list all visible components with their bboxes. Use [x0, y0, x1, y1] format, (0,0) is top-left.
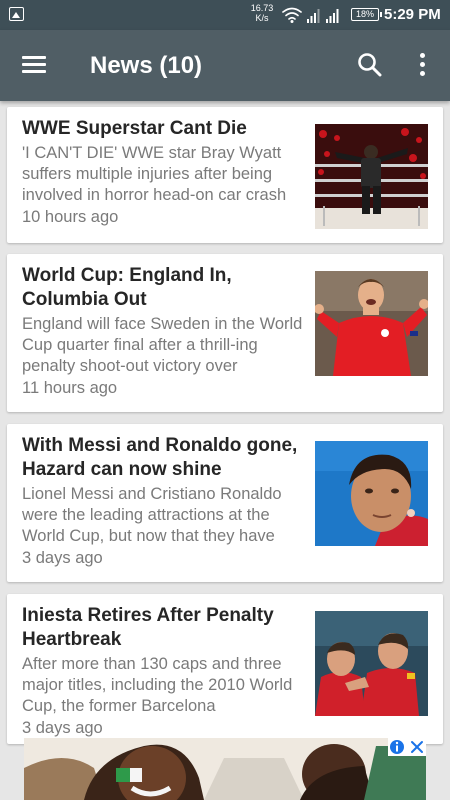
news-thumbnail-players-embrace: [315, 611, 428, 716]
news-card-description: After more than 130 caps and three major…: [22, 655, 293, 715]
network-speed-unit: K/s: [255, 13, 269, 23]
ad-banner-image: [24, 738, 426, 800]
news-thumbnail-wrestler: [315, 124, 428, 229]
news-card-text: World Cup: England In, Columbia Out Engl…: [22, 264, 304, 399]
news-card[interactable]: Iniesta Retires After Penalty Heartbreak…: [7, 594, 443, 744]
news-card-description: 'I CAN'T DIE' WWE star Bray Wyatt suffer…: [22, 144, 287, 204]
news-card-title: World Cup: England In, Columbia Out: [22, 265, 232, 310]
news-card-title: Iniesta Retires After Penalty Heartbreak: [22, 605, 274, 650]
news-card-text: Iniesta Retires After Penalty Heartbreak…: [22, 604, 304, 739]
clock: 5:29 PM: [384, 6, 441, 23]
battery-indicator: 18%: [351, 8, 382, 21]
news-card[interactable]: World Cup: England In, Columbia Out Engl…: [7, 254, 443, 412]
close-icon: [411, 741, 423, 753]
news-card-time: 3 days ago: [22, 719, 103, 737]
status-bar: 16.73 K/s 18% 5:29 PM: [0, 0, 450, 30]
news-card-time: 11 hours ago: [22, 379, 118, 397]
page-title: News (10): [90, 52, 203, 79]
news-thumbnail-football-player: [315, 271, 428, 376]
info-icon: [390, 740, 404, 754]
more-vert-icon[interactable]: [408, 48, 436, 82]
hamburger-menu-icon[interactable]: [16, 50, 52, 80]
ad-banner[interactable]: [24, 738, 426, 800]
news-card-description: Lionel Messi and Cristiano Ronaldo were …: [22, 485, 282, 545]
cell-signal-icon-1: [307, 9, 320, 23]
news-card-description: England will face Sweden in the World Cu…: [22, 315, 303, 375]
news-card-title: WWE Superstar Cant Die: [22, 118, 247, 139]
network-speed-value: 16.73: [250, 3, 274, 13]
news-card-text: WWE Superstar Cant Die 'I CAN'T DIE' WWE…: [22, 117, 304, 228]
app-toolbar: News (10): [0, 30, 450, 101]
news-card-title: With Messi and Ronaldo gone, Hazard can …: [22, 435, 298, 480]
wifi-icon: [282, 7, 302, 20]
news-card-time: 3 days ago: [22, 549, 103, 567]
cell-signal-icon-2: [326, 9, 339, 23]
gallery-notification-icon: [9, 7, 24, 21]
signal-icons: [282, 7, 339, 23]
news-card-time: 10 hours ago: [22, 208, 119, 226]
news-card-text: With Messi and Ronaldo gone, Hazard can …: [22, 434, 304, 569]
news-card[interactable]: With Messi and Ronaldo gone, Hazard can …: [7, 424, 443, 582]
search-icon[interactable]: [352, 48, 388, 82]
network-speed: 16.73 K/s: [247, 3, 277, 23]
ad-controls[interactable]: [388, 738, 426, 756]
news-card[interactable]: WWE Superstar Cant Die 'I CAN'T DIE' WWE…: [7, 107, 443, 243]
news-thumbnail-player-portrait: [315, 441, 428, 546]
